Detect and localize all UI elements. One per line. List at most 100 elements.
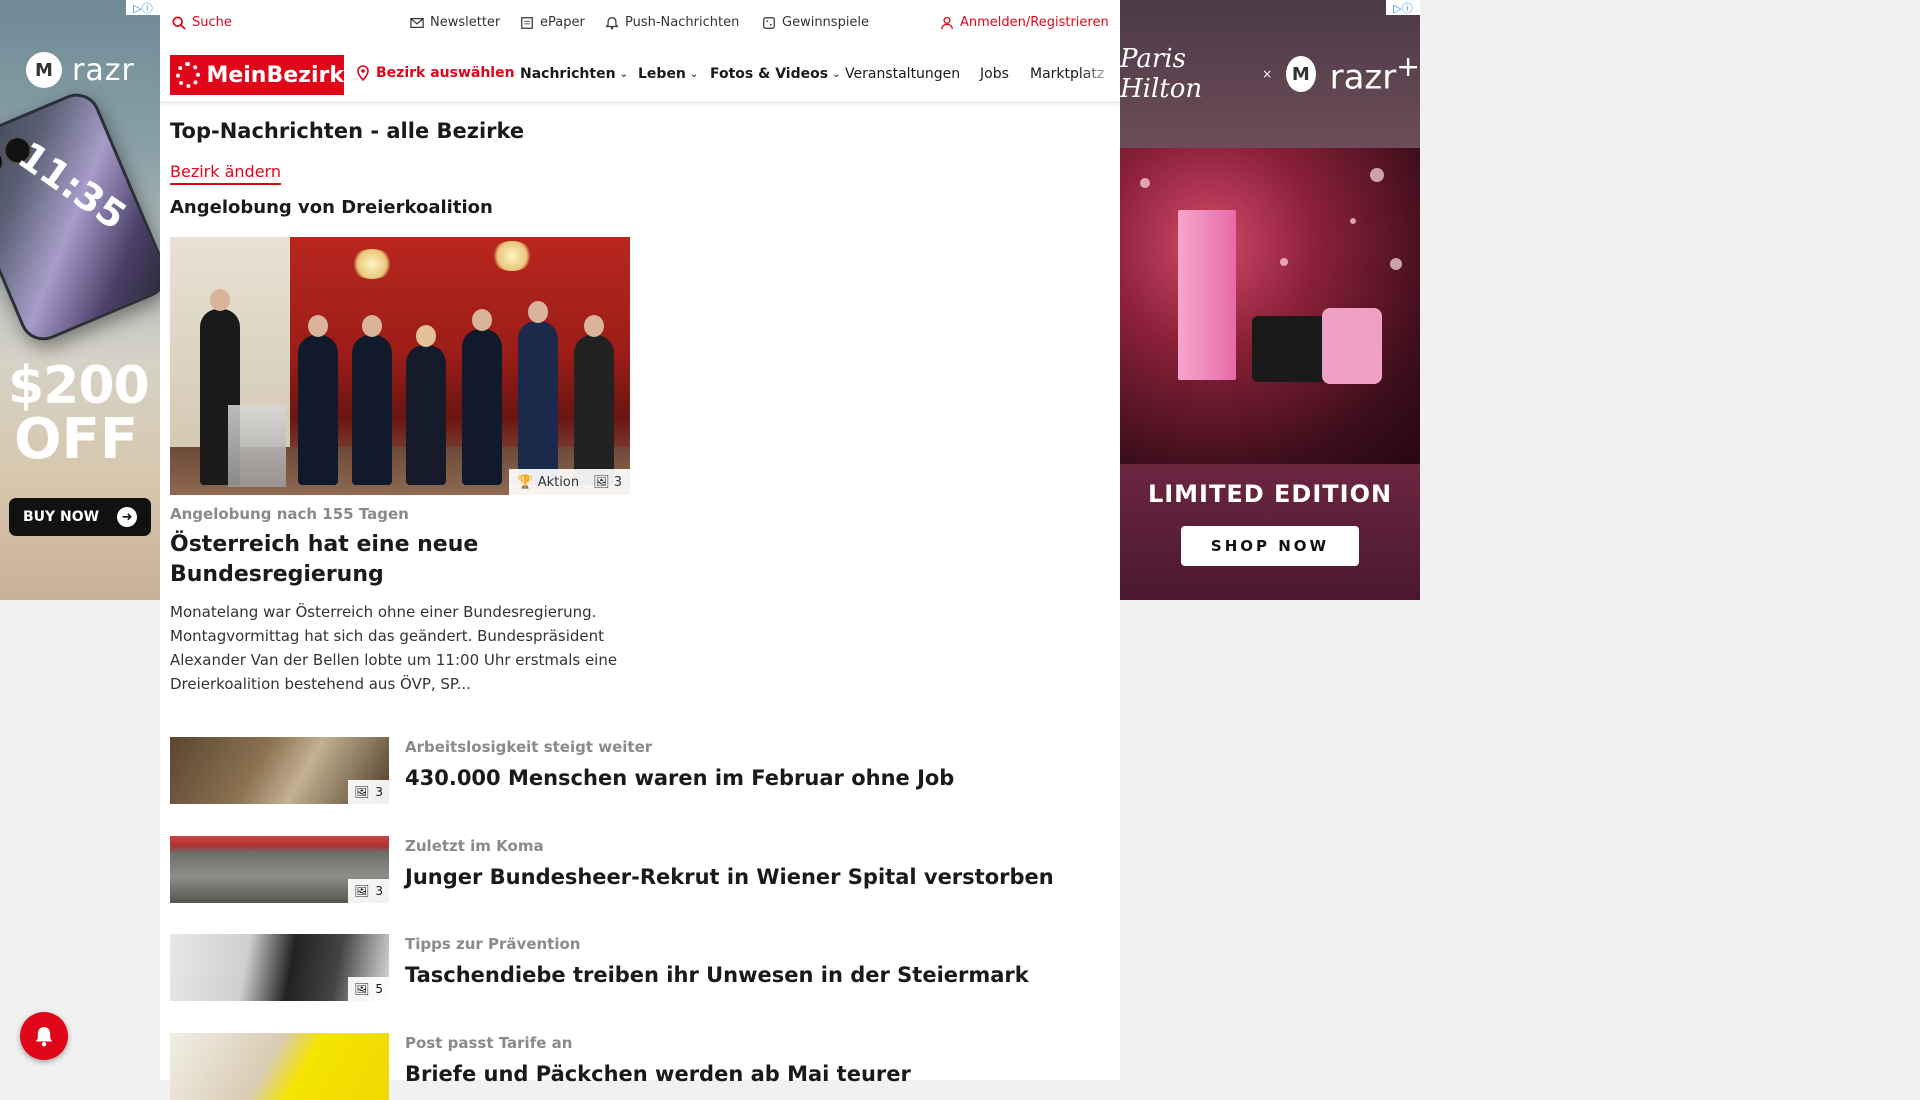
ad-product-image xyxy=(1120,148,1420,464)
epaper-label: ePaper xyxy=(540,15,585,30)
nav-label: Jobs xyxy=(980,66,1009,82)
chevron-down-icon: ⌄ xyxy=(832,68,841,80)
article-kicker: Arbeitslosigkeit steigt weiter xyxy=(405,738,653,756)
notification-bell-button[interactable] xyxy=(20,1012,68,1060)
chandelier xyxy=(490,241,534,271)
shop-now-button[interactable]: SHOP NOW xyxy=(1181,526,1359,566)
gallery-icon: 🖼 xyxy=(354,884,370,898)
nav-fade xyxy=(1080,46,1120,102)
article-kicker: Tipps zur Prävention xyxy=(405,935,581,953)
utility-bar: Suche Newsletter ePaper Push-Nachrichten… xyxy=(160,0,1120,46)
nav-nachrichten[interactable]: Nachrichten ⌄ xyxy=(520,66,628,82)
ad-header: Paris Hilton × M razr+ xyxy=(1120,0,1420,148)
district-picker[interactable]: Bezirk auswählen xyxy=(356,65,515,81)
nav-leben[interactable]: Leben ⌄ xyxy=(638,66,698,82)
chevron-down-icon: ⌄ xyxy=(619,68,628,80)
ad-footer: LIMITED EDITION SHOP NOW xyxy=(1120,464,1420,600)
gallery-icon: 🖼 xyxy=(354,982,370,996)
gallery-count: 🖼 3 xyxy=(348,879,389,903)
ad-x: × xyxy=(1262,67,1273,81)
arrow-right-icon: ➜ xyxy=(117,507,138,527)
adchoices-icon[interactable]: ▷ⓘ xyxy=(126,0,160,15)
nav-label: Veranstaltungen xyxy=(845,66,961,82)
motorola-logo-icon: M xyxy=(26,52,62,88)
article-headline[interactable]: 430.000 Menschen waren im Februar ohne J… xyxy=(405,766,954,790)
user-icon xyxy=(941,16,953,29)
hero-badge: 🏆 Aktion 🖼 3 xyxy=(509,469,630,495)
nav-fotos-videos[interactable]: Fotos & Videos ⌄ xyxy=(710,66,840,82)
person xyxy=(406,325,446,485)
article-thumbnail[interactable]: 🖼 3 xyxy=(170,737,389,804)
mail-icon xyxy=(410,17,424,28)
ad-offer-word: OFF xyxy=(14,407,139,472)
district-picker-label: Bezirk auswählen xyxy=(376,65,515,81)
push-link[interactable]: Push-Nachrichten xyxy=(605,15,739,30)
article-headline[interactable]: Briefe und Päckchen werden ab Mai teurer xyxy=(405,1062,911,1086)
product-case xyxy=(1322,308,1382,384)
ad-brand-word: razr+ xyxy=(1329,50,1420,98)
buy-now-button[interactable]: BUY NOW ➜ xyxy=(9,498,151,536)
chandelier xyxy=(350,249,394,279)
login-label: Anmelden/Registrieren xyxy=(960,15,1109,30)
buy-now-label: BUY NOW xyxy=(22,509,100,525)
page-title: Top-Nachrichten - alle Bezirke xyxy=(170,119,525,143)
ad-phone-image: 11:35 xyxy=(0,86,160,348)
bell-icon xyxy=(605,16,619,29)
person xyxy=(352,315,392,485)
ad-brand: M razr xyxy=(26,52,135,88)
location-pin-icon xyxy=(357,65,369,81)
site-logo[interactable]: MeinBezirk xyxy=(170,55,344,95)
nav-label: Nachrichten xyxy=(520,66,616,82)
article-headline[interactable]: Junger Bundesheer-Rekrut in Wiener Spita… xyxy=(405,865,1054,889)
hero-headline[interactable]: Österreich hat eine neue Bundesregierung xyxy=(170,530,630,590)
search-label: Suche xyxy=(192,15,232,30)
gallery-count: 🖼 3 xyxy=(348,780,389,804)
podium xyxy=(228,405,286,487)
person xyxy=(298,315,338,485)
left-ad-banner[interactable]: 11:35 M razr $200 OFF BUY NOW ➜ xyxy=(0,0,160,600)
article-thumbnail[interactable]: 🖼 5 xyxy=(170,934,389,1001)
search-link[interactable]: Suche xyxy=(172,15,232,30)
ad-brand-word: razr xyxy=(72,52,135,88)
nav-veranstaltungen[interactable]: Veranstaltungen xyxy=(845,66,960,82)
contests-link[interactable]: Gewinnspiele xyxy=(762,15,869,30)
change-district-link[interactable]: Bezirk ändern xyxy=(170,162,281,185)
epaper-link[interactable]: ePaper xyxy=(520,15,585,30)
hero-image[interactable]: 🏆 Aktion 🖼 3 xyxy=(170,237,630,495)
signature-logo: Paris Hilton xyxy=(1120,44,1203,104)
nav-label: Leben xyxy=(638,66,686,82)
nav-jobs[interactable]: Jobs xyxy=(980,66,1009,82)
right-ad-banner[interactable]: Paris Hilton × M razr+ LIMITED EDITION S… xyxy=(1120,0,1420,600)
newsletter-link[interactable]: Newsletter xyxy=(410,15,500,30)
person xyxy=(518,301,558,485)
logo-sun-icon xyxy=(176,62,201,88)
newspaper-icon xyxy=(521,16,533,29)
hero-kicker: Angelobung nach 155 Tagen xyxy=(170,505,409,523)
login-link[interactable]: Anmelden/Registrieren xyxy=(940,15,1109,30)
ad-edition: LIMITED EDITION xyxy=(1147,480,1393,508)
person xyxy=(462,309,502,485)
product-box xyxy=(1178,210,1236,380)
main-column: Suche Newsletter ePaper Push-Nachrichten… xyxy=(160,0,1120,1100)
motorola-logo-icon: M xyxy=(1286,56,1316,92)
nav-label: Fotos & Videos xyxy=(710,66,829,82)
ad-offer-amount: $200 xyxy=(8,356,150,416)
trophy-icon: 🏆 Aktion xyxy=(517,474,580,490)
contests-label: Gewinnspiele xyxy=(782,15,870,30)
main-nav: MeinBezirk Bezirk auswählen Nachrichten ⌄… xyxy=(160,46,1120,103)
hero-teaser: Monatelang war Österreich ohne einer Bun… xyxy=(170,603,618,693)
adchoices-icon[interactable]: ▷ⓘ xyxy=(1386,0,1420,15)
product-phone xyxy=(1252,316,1330,382)
article-thumbnail[interactable]: 🖼 3 xyxy=(170,836,389,903)
logo-text: MeinBezirk xyxy=(206,62,344,88)
article-thumbnail[interactable] xyxy=(170,1033,389,1100)
chevron-down-icon: ⌄ xyxy=(689,68,699,80)
article-headline[interactable]: Taschendiebe treiben ihr Unwesen in der … xyxy=(405,963,1029,987)
push-label: Push-Nachrichten xyxy=(625,15,740,30)
article-kicker: Post passt Tarife an xyxy=(405,1034,573,1052)
section-title: Angelobung von Dreierkoalition xyxy=(170,197,493,218)
bell-icon xyxy=(35,1027,53,1047)
search-icon xyxy=(172,15,186,30)
gallery-count: 🖼 5 xyxy=(348,977,389,1001)
ad-phone-time: 11:35 xyxy=(10,133,135,239)
